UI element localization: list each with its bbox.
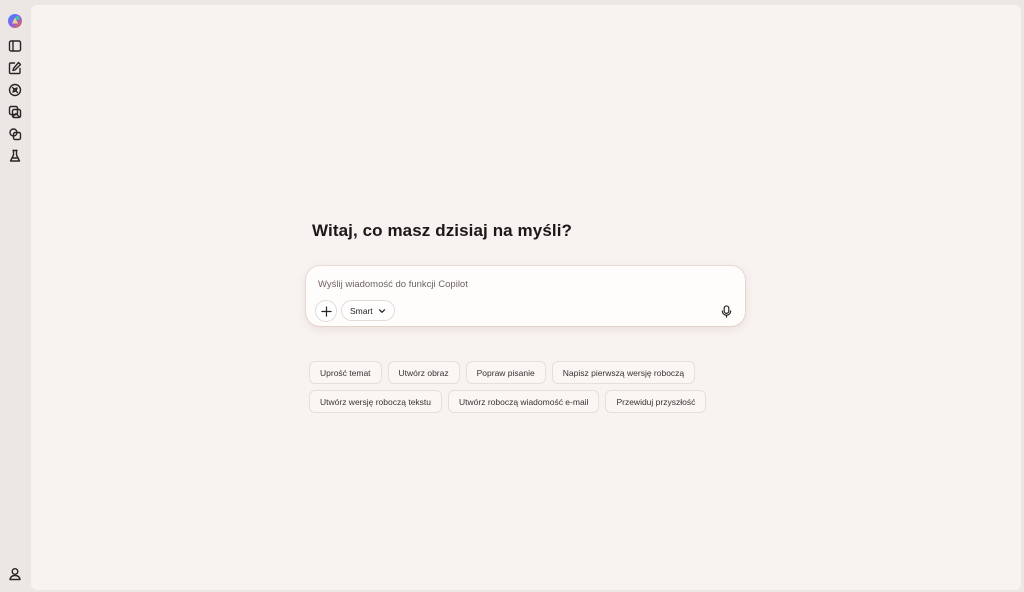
microphone-icon bbox=[721, 304, 731, 318]
suggestion-chip[interactable]: Utwórz wersję roboczą tekstu bbox=[309, 390, 443, 413]
suggestion-chip[interactable]: Uprość temat bbox=[309, 361, 382, 384]
suggestion-chip[interactable]: Utwórz roboczą wiadomość e-mail bbox=[448, 390, 600, 413]
left-rail bbox=[0, 0, 30, 592]
new-chat-icon[interactable] bbox=[4, 57, 26, 79]
message-input[interactable] bbox=[318, 276, 718, 292]
suggestion-chip[interactable]: Napisz pierwszą wersję roboczą bbox=[551, 361, 696, 384]
copilot-app: Witaj, co masz dzisiaj na myśli? Smart U… bbox=[0, 0, 1024, 592]
mode-label: Smart bbox=[350, 305, 373, 316]
plus-icon bbox=[320, 305, 332, 317]
images-icon[interactable] bbox=[4, 101, 26, 123]
message-composer: Smart bbox=[306, 266, 745, 326]
suggestion-chip[interactable]: Przewiduj przyszłość bbox=[605, 390, 707, 413]
suggestion-row: Utwórz wersję roboczą tekstu Utwórz robo… bbox=[309, 390, 769, 413]
profile-icon[interactable] bbox=[4, 563, 26, 585]
chat-main-panel: Witaj, co masz dzisiaj na myśli? Smart U… bbox=[31, 5, 1021, 590]
suggestion-row: Uprość temat Utwórz obraz Popraw pisanie… bbox=[309, 361, 769, 384]
mode-select-button[interactable]: Smart bbox=[341, 300, 395, 321]
microphone-button[interactable] bbox=[716, 301, 736, 321]
suggestion-chips: Uprość temat Utwórz obraz Popraw pisanie… bbox=[309, 361, 769, 419]
greeting-heading: Witaj, co masz dzisiaj na myśli? bbox=[312, 221, 573, 240]
suggestion-chip[interactable]: Utwórz obraz bbox=[387, 361, 460, 384]
add-attachment-button[interactable] bbox=[315, 300, 337, 322]
sidebar-toggle-icon[interactable] bbox=[4, 35, 26, 57]
suggestion-chip[interactable]: Popraw pisanie bbox=[465, 361, 546, 384]
chevron-down-icon bbox=[378, 308, 385, 313]
labs-icon[interactable] bbox=[4, 145, 26, 167]
pages-icon[interactable] bbox=[4, 123, 26, 145]
discover-icon[interactable] bbox=[4, 79, 26, 101]
copilot-logo-icon[interactable] bbox=[4, 10, 26, 32]
